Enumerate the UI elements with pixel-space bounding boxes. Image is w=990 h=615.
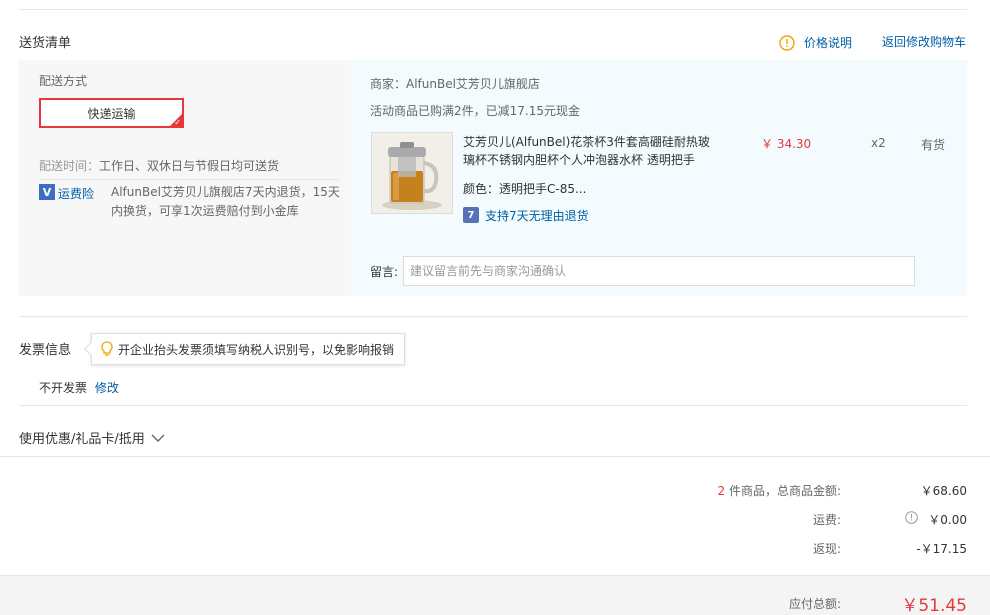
delivery-list-title: 送货清单 [19, 36, 72, 51]
stock-status: 有货 [921, 138, 946, 152]
shipping-divider [39, 179, 338, 180]
product-price: ￥ 34.30 [761, 137, 812, 151]
remark-label: 留言: [370, 265, 399, 279]
invoice-title: 发票信息 [19, 343, 72, 358]
coupon-divider-top [19, 405, 967, 406]
checkmark-icon: ✓ [174, 118, 181, 127]
merchant-name: 商家：AlfunBel艾芳贝儿旗舰店 [370, 77, 540, 91]
rebate-label: 返现: [812, 542, 841, 556]
goods-total-value: ￥68.60 [920, 484, 967, 498]
product-quantity: x2 [871, 136, 886, 150]
product-name-link[interactable]: 艾芳贝儿(AlfunBel)花茶杯3件套高硼硅耐热玻 璃杯不锈钢内胆杯个人冲泡器… [463, 133, 710, 169]
payable-value: ￥51.45 [901, 596, 967, 615]
product-name-line1: 艾芳贝儿(AlfunBel)花茶杯3件套高硼硅耐热玻 [463, 135, 710, 149]
summary-divider [0, 456, 990, 457]
invoice-tip-tooltip: 开企业抬头发票须填写纳税人识别号，以免影响报销 [83, 333, 405, 365]
price-note-label: 价格说明 [804, 36, 853, 50]
lightbulb-icon [101, 341, 113, 356]
delivery-time: 配送时间：工作日、双休日与节假日均可送货 [39, 157, 279, 174]
shipping-panel [19, 60, 350, 296]
chevron-down-icon [151, 434, 165, 442]
info-warning-icon [779, 34, 795, 51]
insurance-desc-line2: 内换货，可享1次运费赔付到小金库 [111, 204, 299, 218]
delivery-time-value: 工作日、双休日与节假日均可送货 [99, 159, 280, 173]
goods-count-row: 2 件商品，总商品金额: [600, 482, 841, 499]
product-color: 颜色：透明把手C-85... [463, 182, 587, 196]
top-divider [19, 9, 967, 10]
invoice-status: 不开发票 [39, 381, 88, 395]
coupon-title: 使用优惠/礼品卡/抵用 [19, 432, 145, 447]
coupon-toggle[interactable]: 使用优惠/礼品卡/抵用 [19, 428, 165, 447]
insurance-desc-line1: AlfunBel艾芳贝儿旗舰店7天内退货，15天 [111, 185, 340, 199]
seven-day-return-link[interactable]: 支持7天无理由退货 [485, 207, 589, 224]
promo-info: 活动商品已购满2件，已减17.15元现金 [370, 104, 580, 118]
freight-value: ￥0.00 [928, 513, 967, 527]
back-to-cart-link[interactable]: 返回修改购物车 [882, 33, 966, 50]
invoice-divider-top [19, 316, 967, 317]
remark-input[interactable] [403, 256, 915, 286]
shipping-method-express-button[interactable]: 快递运输 ✓ [39, 98, 184, 128]
price-note-link[interactable]: 价格说明 [779, 34, 852, 51]
freight-label: 运费: [812, 513, 841, 527]
shipping-insurance-link[interactable]: 运费险 [58, 185, 94, 202]
shipping-method-value: 快递运输 [87, 106, 136, 121]
tooltip-arrow [83, 341, 99, 357]
payable-total-bar [0, 575, 990, 615]
shield-v-icon: V [39, 184, 55, 200]
invoice-status-row: 不开发票 修改 [39, 379, 119, 396]
goods-total-label: 件商品，总商品金额: [728, 484, 841, 498]
product-image[interactable] [371, 132, 453, 214]
product-name-line2: 璃杯不锈钢内胆杯个人冲泡器水杯 透明把手 [463, 153, 695, 167]
delivery-time-label: 配送时间： [39, 159, 100, 173]
tea-cup-picture [372, 133, 452, 213]
rebate-value: -￥17.15 [916, 542, 967, 556]
payable-label: 应付总额: [788, 597, 841, 611]
invoice-tip-text: 开企业抬头发票须填写纳税人识别号，以免影响报销 [118, 342, 395, 357]
invoice-edit-link[interactable]: 修改 [95, 381, 119, 395]
insurance-description: AlfunBel艾芳贝儿旗舰店7天内退货，15天 内换货，可享1次运费赔付到小金… [111, 183, 340, 221]
seven-day-return-icon: 7 [463, 207, 479, 223]
shipping-method-label: 配送方式 [39, 74, 88, 88]
goods-count: 2 [717, 484, 726, 498]
